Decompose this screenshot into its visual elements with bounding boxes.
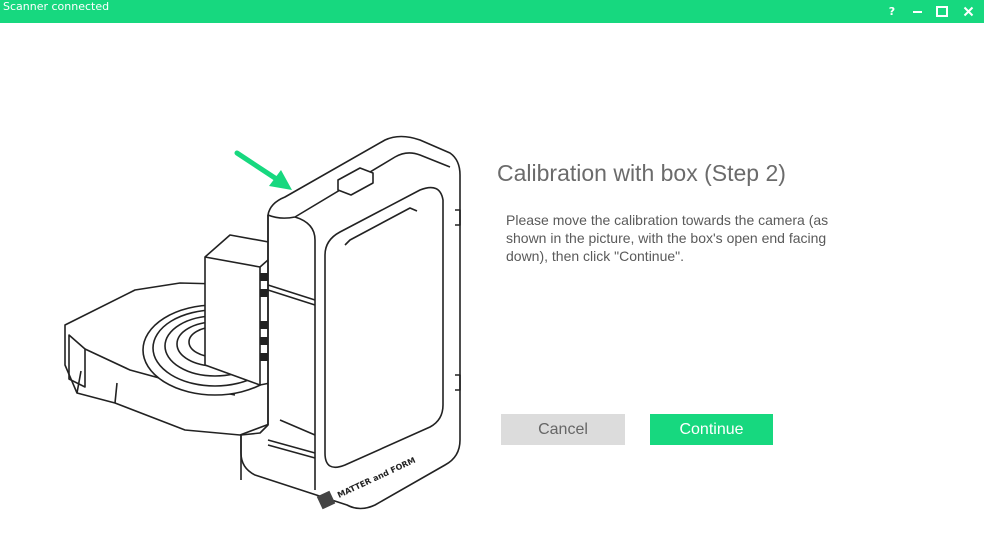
maximize-icon <box>936 6 948 17</box>
connection-status: Scanner connected <box>3 0 110 13</box>
continue-button[interactable]: Continue <box>650 414 773 445</box>
close-icon <box>963 6 973 17</box>
minimize-icon <box>912 11 922 13</box>
maximize-button[interactable] <box>930 0 954 23</box>
page-title: Calibration with box (Step 2) <box>497 160 786 186</box>
minimize-button[interactable] <box>905 0 929 23</box>
arrow-icon <box>234 150 292 190</box>
title-bar: Scanner connected ? <box>0 0 984 23</box>
instructions-text: Please move the calibration towards the … <box>506 212 829 264</box>
scanner-tower <box>240 135 461 510</box>
close-button[interactable] <box>956 0 980 23</box>
help-button[interactable]: ? <box>880 0 904 23</box>
cancel-button[interactable]: Cancel <box>501 414 625 445</box>
scanner-illustration: MATTER and FORM <box>64 135 461 510</box>
help-icon: ? <box>888 5 896 18</box>
